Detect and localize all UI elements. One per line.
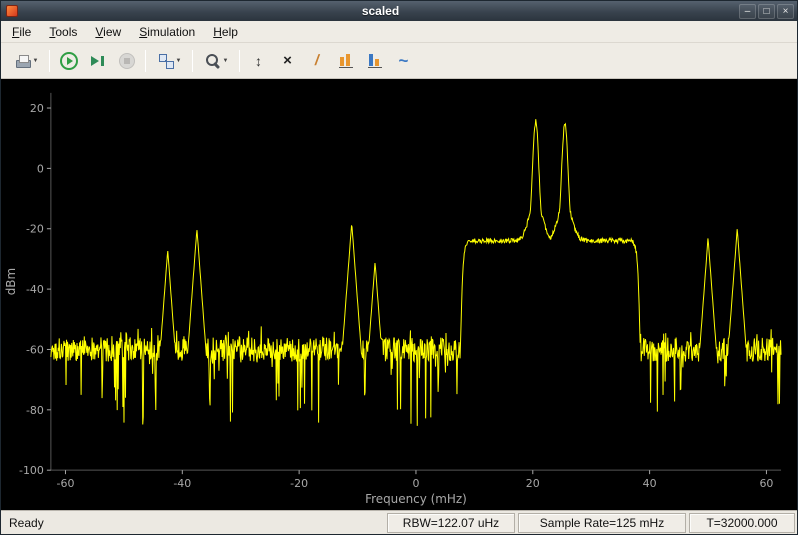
y-tick-label: -100 [19,464,44,477]
histogram-icon [337,52,355,70]
printer-icon [14,52,32,70]
wave-icon: ~ [395,52,413,70]
toolbar-separator [239,50,240,72]
distortion-measurements-button[interactable] [361,47,388,74]
y-axis-label: dBm [4,268,18,295]
step-forward-icon [89,52,107,70]
dropdown-arrow-icon: ▼ [176,58,182,64]
sample-rate-field: Sample Rate=125 mHz [518,513,686,533]
menu-tools[interactable]: Tools [40,21,86,42]
expand-axes-icon: ↕ [250,52,268,70]
y-tick-label: 20 [30,102,44,115]
maximize-button[interactable]: □ [758,4,775,19]
spectrum-plot[interactable]: 20 0 -20 -40 -60 -80 -100 -60 -40 -20 0 20 40 60 Frequ… [1,79,797,510]
menu-simulation[interactable]: Simulation [130,21,204,42]
app-icon [6,5,18,17]
slope-icon: / [306,52,327,70]
zoom-button[interactable]: ▼ [198,47,234,74]
rbw-field: RBW=122.07 uHz [387,513,515,533]
cursors-icon: × [279,52,297,70]
x-tick-label: 40 [643,477,657,490]
magnifier-icon [204,52,222,70]
x-tick-label: 60 [759,477,773,490]
plot-background [1,79,797,510]
peak-finder-button[interactable]: / [303,47,330,74]
statusbar: Ready RBW=122.07 uHz Sample Rate=125 mHz… [1,510,797,534]
menubar: File Tools View Simulation Help [1,21,797,43]
toolbar: ▼ ▼ ▼ ↕ × / [1,43,797,79]
menu-view[interactable]: View [86,21,130,42]
status-text: Ready [3,516,50,530]
x-tick-label: 20 [526,477,540,490]
blocks-icon [157,52,175,70]
stop-button[interactable] [113,47,140,74]
toolbar-separator [145,50,146,72]
y-tick-label: -20 [26,223,44,236]
x-tick-label: -40 [173,477,191,490]
y-tick-label: -60 [26,343,44,356]
y-tick-label: -80 [26,404,44,417]
window-controls: – □ × [739,4,794,19]
stop-icon [118,52,136,70]
x-tick-label: -20 [290,477,308,490]
dropdown-arrow-icon: ▼ [33,58,39,64]
minimize-button[interactable]: – [739,4,756,19]
spectral-mask-button[interactable]: ~ [390,47,417,74]
time-field: T=32000.000 [689,513,795,533]
autoscale-axes-button[interactable]: ↕ [245,47,272,74]
y-tick-label: 0 [37,162,44,175]
window-title: scaled [22,4,739,18]
channel-measurements-button[interactable] [332,47,359,74]
menu-help[interactable]: Help [204,21,247,42]
toolbar-separator [192,50,193,72]
x-tick-label: 0 [412,477,419,490]
titlebar[interactable]: scaled – □ × [1,1,797,21]
toolbar-separator [49,50,50,72]
dual-bars-icon [366,52,384,70]
simulation-settings-button[interactable]: ▼ [151,47,187,74]
step-forward-button[interactable] [84,47,111,74]
x-tick-label: -60 [57,477,75,490]
x-axis-label: Frequency (mHz) [365,492,467,506]
plot-panel[interactable]: 20 0 -20 -40 -60 -80 -100 -60 -40 -20 0 20 40 60 Frequ… [1,79,797,510]
close-button[interactable]: × [777,4,794,19]
dropdown-arrow-icon: ▼ [223,58,229,64]
spectrum-analyzer-window: scaled – □ × File Tools View Simulation … [0,0,798,535]
cursor-measurements-button[interactable]: × [274,47,301,74]
print-button[interactable]: ▼ [8,47,44,74]
y-tick-label: -40 [26,283,44,296]
run-button[interactable] [55,47,82,74]
menu-file[interactable]: File [3,21,40,42]
play-icon [60,52,78,70]
